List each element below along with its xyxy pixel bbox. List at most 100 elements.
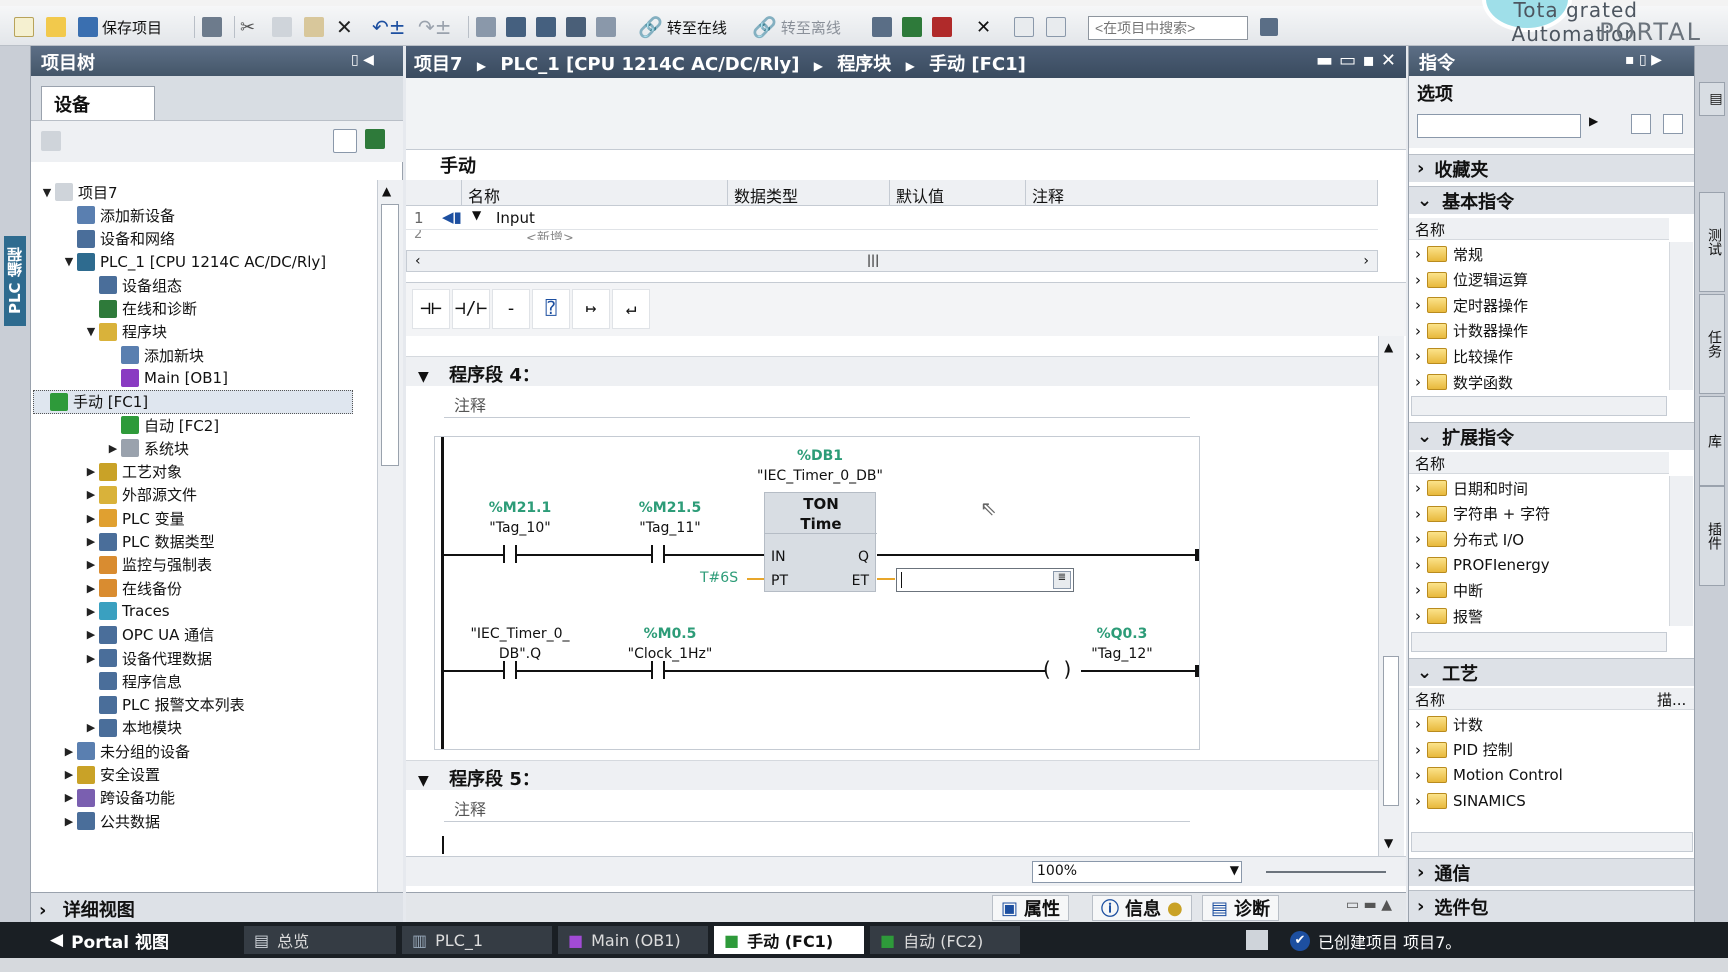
copy-button[interactable] <box>272 14 292 40</box>
pt-value[interactable]: T#6S <box>700 570 738 586</box>
contact4-name[interactable]: "Clock_1Hz" <box>610 646 730 662</box>
tree-item[interactable]: ▼ 项目7 <box>39 180 118 204</box>
extended-item[interactable]: › PROFIenergy <box>1415 553 1550 577</box>
tech-item[interactable]: › SINAMICS <box>1415 789 1526 813</box>
tree-item[interactable]: ▶ 系统块 <box>105 436 189 460</box>
coil-symbol[interactable]: ( ) <box>1043 657 1071 681</box>
comm-section[interactable]: › 通信 <box>1409 858 1695 886</box>
et-operand-input[interactable]: ≣ <box>896 568 1074 592</box>
extended-h-scrollbar[interactable] <box>1411 632 1667 652</box>
basic-item[interactable]: › 计数器操作 <box>1415 319 1528 343</box>
expand-icon[interactable]: ▶ <box>61 791 77 804</box>
collapse-icon[interactable]: ▼ <box>39 186 55 199</box>
basic-item[interactable]: › 定时器操作 <box>1415 293 1528 317</box>
expand-icon[interactable]: ▶ <box>105 442 121 455</box>
instruction-search-input[interactable] <box>1417 114 1581 138</box>
network-4-comment[interactable]: 注释 <box>444 388 1190 418</box>
tree-item[interactable]: PLC 报警文本列表 <box>83 693 245 717</box>
save-project-button[interactable]: 保存项目 <box>78 14 162 40</box>
timer-db-name[interactable]: "IEC_Timer_0_DB" <box>724 468 916 484</box>
tree-item[interactable]: ▼ 程序块 <box>83 320 167 344</box>
breadcrumb-blocks[interactable]: 程序块 <box>837 54 891 75</box>
table-view-icon[interactable] <box>333 129 357 153</box>
basic-h-scrollbar[interactable] <box>1411 396 1667 416</box>
expand-icon[interactable]: ▶ <box>83 535 99 548</box>
search-arrow-icon[interactable]: ▶ <box>1589 114 1598 128</box>
zoom-select[interactable]: 100% ▼ <box>1032 861 1242 883</box>
expand-icon[interactable]: ▶ <box>83 605 99 618</box>
cut-button[interactable]: ✂ <box>240 14 255 40</box>
tree-scroll-thumb[interactable] <box>381 204 399 466</box>
expand-icon[interactable]: ▶ <box>83 721 99 734</box>
tree-item[interactable]: ▶ 监控与强制表 <box>83 553 212 577</box>
tree-item[interactable]: 添加新块 <box>105 343 204 367</box>
expand-icon[interactable]: ▶ <box>83 465 99 478</box>
editor-vertical-scrollbar[interactable]: ▲ ▼ <box>1378 336 1404 856</box>
tree-item[interactable]: ▶ 在线备份 <box>83 576 182 600</box>
tree-item[interactable]: ▶ PLC 数据类型 <box>83 530 215 554</box>
go-offline-button[interactable]: 🔗 转至离线 <box>752 14 841 40</box>
expand-icon[interactable]: ▶ <box>61 815 77 828</box>
collapse-icon[interactable]: ▼ <box>418 773 429 789</box>
add-device-icon[interactable] <box>365 129 385 149</box>
download-button[interactable] <box>506 14 526 40</box>
collapse-panel-icon[interactable]: ▯ ◀ <box>351 52 374 68</box>
basic-item[interactable]: › 常规 <box>1415 242 1483 266</box>
expand-icon[interactable]: ▼ <box>472 208 481 222</box>
tree-item[interactable]: 设备和网络 <box>61 227 175 251</box>
extended-item[interactable]: › 分布式 I/O <box>1415 527 1524 551</box>
tech-section[interactable]: ⌄ 工艺 <box>1409 658 1695 686</box>
testing-tab[interactable]: 测试 <box>1699 192 1725 292</box>
scroll-right-icon[interactable]: › <box>1363 253 1369 269</box>
panel-controls[interactable]: ▪ ▯ ▶ <box>1625 52 1662 68</box>
info-tab[interactable]: ⓘ 信息 ● <box>1092 895 1192 921</box>
tree-item[interactable]: ▶ 安全设置 <box>61 763 160 787</box>
stop-cpu-button[interactable] <box>932 14 952 40</box>
tech-item[interactable]: › PID 控制 <box>1415 738 1513 762</box>
contact1-name[interactable]: "Tag_10" <box>470 520 570 536</box>
basic-section[interactable]: ⌄ 基本指令 <box>1409 186 1695 214</box>
paste-button[interactable] <box>304 14 324 40</box>
basic-item[interactable]: › 比较操作 <box>1415 344 1513 368</box>
tree-item[interactable]: 程序信息 <box>83 669 182 693</box>
contact2-name[interactable]: "Tag_11" <box>620 520 720 536</box>
extended-scrollbar[interactable] <box>1669 476 1693 626</box>
zoom-slider[interactable] <box>1266 871 1386 873</box>
scroll-up-icon[interactable]: ▲ <box>1384 340 1393 354</box>
overview-task[interactable]: ▤ 总览 <box>244 926 396 954</box>
extended-item[interactable]: › 字符串 + 字符 <box>1415 502 1550 526</box>
collapse-icon[interactable]: ▼ <box>61 255 77 268</box>
tree-item[interactable]: 设备组态 <box>83 273 182 297</box>
collapse-icon[interactable]: ▼ <box>83 325 99 338</box>
instructions-tab-icon[interactable]: ▤ <box>1699 82 1725 116</box>
stop-sim-button[interactable] <box>596 14 616 40</box>
view-list-icon[interactable] <box>1663 114 1683 134</box>
expand-icon[interactable]: ▶ <box>83 558 99 571</box>
extended-item[interactable]: › 中断 <box>1415 578 1483 602</box>
tech-item[interactable]: › 计数 <box>1415 712 1483 736</box>
extended-item[interactable]: › 日期和时间 <box>1415 476 1528 500</box>
diagnostics-tab[interactable]: ▤ 诊断 <box>1202 895 1280 921</box>
tree-item[interactable]: 添加新设备 <box>61 203 175 227</box>
portal-view-button[interactable]: ◀ Portal 视图 <box>40 926 179 954</box>
collapse-icon[interactable]: ▼ <box>418 369 429 385</box>
plc1-task[interactable]: ▥ PLC_1 <box>402 926 552 954</box>
search-go-button[interactable] <box>1260 14 1278 40</box>
iface-row-new[interactable]: 2 <新增> <box>406 230 1378 240</box>
redo-button[interactable]: ↷± <box>418 14 452 40</box>
split-v-button[interactable] <box>1046 14 1066 40</box>
nc-contact-button[interactable]: ⊣/⊢ <box>452 289 490 329</box>
expand-icon[interactable]: ▶ <box>83 512 99 525</box>
basic-item[interactable]: › 数学函数 <box>1415 370 1513 394</box>
breadcrumb-plc[interactable]: PLC_1 [CPU 1214C AC/DC/Rly] <box>500 54 799 75</box>
print-button[interactable] <box>202 14 222 40</box>
detail-view-header[interactable]: › 详细视图 <box>31 892 403 922</box>
coil-button[interactable]: -()- <box>492 289 530 357</box>
tree-item[interactable]: Main [OB1] <box>105 366 228 390</box>
editor-scroll-thumb[interactable] <box>1383 656 1399 806</box>
no-contact-button[interactable]: ⊣⊢ <box>412 289 450 329</box>
iface-row-input[interactable]: 1 ◀▮ ▼ Input <box>406 206 1378 230</box>
undo-button[interactable]: ↶± <box>372 14 406 40</box>
tasks-tab[interactable]: 任务 <box>1699 294 1725 394</box>
iface-h-scrollbar[interactable]: ‹ ||| › <box>406 250 1378 272</box>
